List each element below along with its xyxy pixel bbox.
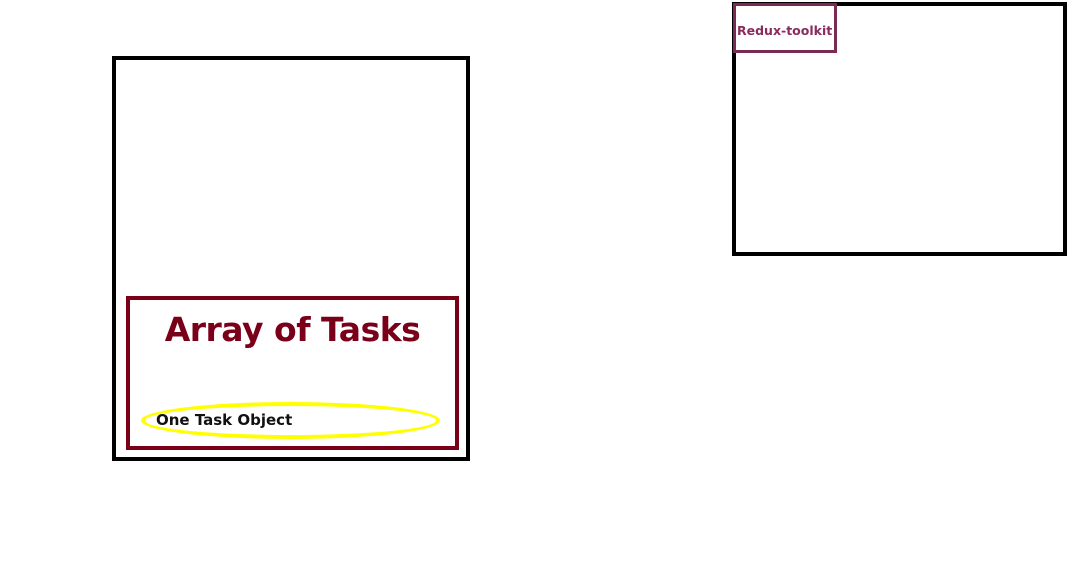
task-object-label: One Task Object [156, 411, 293, 429]
array-of-tasks-title: Array of Tasks [164, 310, 421, 349]
redux-toolkit-label: Redux-toolkit [737, 23, 833, 38]
